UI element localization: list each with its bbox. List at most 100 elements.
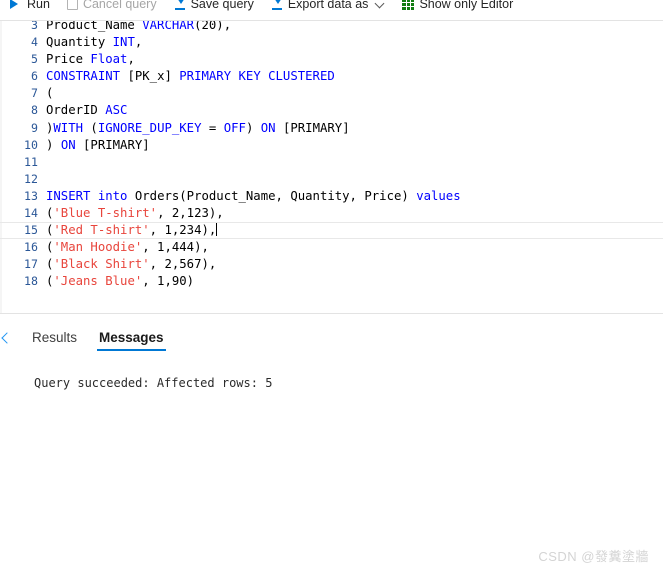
line-code[interactable]: Price Float, bbox=[46, 51, 663, 68]
code-line[interactable]: 6 CONSTRAINT [PK_x] PRIMARY KEY CLUSTERED bbox=[0, 68, 663, 85]
cancel-query-button[interactable]: Cancel query bbox=[66, 0, 166, 17]
tab-messages[interactable]: Messages bbox=[97, 330, 166, 351]
show-only-editor-button[interactable]: Show only Editor bbox=[402, 0, 522, 17]
code-token: 20 bbox=[201, 20, 217, 32]
line-code[interactable]: INSERT into Orders(Product_Name, Quantit… bbox=[46, 188, 663, 205]
code-token: 'Jeans Blue' bbox=[53, 274, 143, 289]
line-number: 10 bbox=[24, 137, 38, 152]
code-line[interactable]: 13 INSERT into Orders(Product_Name, Quant… bbox=[0, 188, 663, 205]
code-token: OrderID bbox=[46, 103, 106, 118]
code-line[interactable]: 4 Quantity INT, bbox=[0, 34, 663, 51]
chevron-left-icon[interactable] bbox=[1, 331, 15, 347]
line-number: 17 bbox=[24, 257, 38, 272]
code-line[interactable]: 15 ('Red T-shirt', 1,234), bbox=[0, 222, 663, 240]
code-token: 'Red T-shirt' bbox=[53, 223, 150, 238]
code-token: IGNORE_DUP_KEY bbox=[97, 120, 202, 135]
line-code[interactable]: ( bbox=[46, 85, 663, 102]
code-token: Price bbox=[46, 52, 91, 67]
export-data-as-label: Export data as bbox=[287, 0, 369, 11]
code-line[interactable]: 9)WITH (IGNORE_DUP_KEY = OFF) ON [PRIMAR… bbox=[0, 120, 663, 137]
run-button[interactable]: Run bbox=[8, 0, 59, 17]
line-code[interactable]: ('Man Hoodie', 1,444), bbox=[46, 239, 663, 256]
code-line[interactable]: 10 ) ON [PRIMARY] bbox=[0, 137, 663, 154]
export-data-as-button[interactable]: Export data as bbox=[271, 0, 395, 17]
code-token: = bbox=[201, 120, 224, 135]
code-token: ), bbox=[216, 20, 232, 32]
code-line[interactable]: 5 Price Float, bbox=[0, 51, 663, 68]
code-token: ( bbox=[83, 120, 98, 135]
line-code[interactable]: ('Red T-shirt', 1,234), bbox=[46, 222, 663, 239]
results-pane-tabs: Results Messages bbox=[32, 330, 166, 351]
csdn-watermark: CSDN @發糞塗牆 bbox=[538, 549, 649, 564]
line-code[interactable]: Product_Name VARCHAR(20), bbox=[46, 20, 663, 34]
save-query-button[interactable]: Save query bbox=[174, 0, 263, 17]
stop-square-icon bbox=[66, 0, 78, 10]
code-token: OFF bbox=[223, 120, 246, 135]
code-token: 'Black Shirt' bbox=[53, 257, 150, 272]
line-number: 3 bbox=[31, 20, 38, 32]
line-code[interactable]: Quantity INT, bbox=[46, 34, 663, 51]
sql-editor[interactable]: 3 Product_Name VARCHAR(20), 4 Quantity INT,… bbox=[0, 20, 663, 314]
save-query-label: Save query bbox=[190, 0, 254, 11]
code-token: [PRIMARY] bbox=[275, 120, 350, 135]
line-code[interactable]: CONSTRAINT [PK_x] PRIMARY KEY CLUSTERED bbox=[46, 68, 663, 85]
code-token: CONSTRAINT bbox=[46, 69, 121, 84]
code-token: INT bbox=[112, 35, 135, 50]
code-line[interactable]: 8 OrderID ASC bbox=[0, 102, 663, 119]
download-arrow-icon bbox=[174, 0, 186, 11]
code-line[interactable]: 18 ('Jeans Blue', 1,90) bbox=[0, 273, 663, 290]
code-token: 'Man Hoodie' bbox=[53, 240, 143, 255]
code-token: WITH bbox=[53, 120, 84, 135]
code-token: , 1,444), bbox=[142, 240, 209, 255]
code-token: , 2,567), bbox=[149, 257, 217, 272]
code-token: Quantity bbox=[46, 35, 113, 50]
line-number: 5 bbox=[31, 52, 38, 67]
line-code[interactable]: )WITH (IGNORE_DUP_KEY = OFF) ON [PRIMARY… bbox=[46, 120, 663, 137]
code-line[interactable]: 16 ('Man Hoodie', 1,444), bbox=[0, 239, 663, 256]
code-token: ( bbox=[46, 86, 54, 101]
line-code[interactable]: ('Jeans Blue', 1,90) bbox=[46, 273, 663, 290]
line-number: 8 bbox=[31, 103, 38, 118]
line-code[interactable]: ) ON [PRIMARY] bbox=[46, 137, 663, 154]
code-token: , 1,234), bbox=[149, 223, 217, 238]
code-token: [PK_x] bbox=[120, 69, 180, 84]
code-token: into bbox=[97, 188, 128, 203]
code-token: Product_Name bbox=[46, 20, 143, 32]
code-token: ) bbox=[245, 120, 261, 135]
code-token: , bbox=[127, 52, 135, 67]
code-lines[interactable]: 3 Product_Name VARCHAR(20), 4 Quantity INT,… bbox=[0, 20, 663, 291]
code-line[interactable]: 7( bbox=[0, 85, 663, 102]
code-token: values bbox=[416, 188, 461, 203]
code-token: ON bbox=[260, 120, 276, 135]
code-token: PRIMARY KEY CLUSTERED bbox=[179, 69, 335, 84]
code-line[interactable]: 12 bbox=[0, 171, 663, 188]
code-line[interactable]: 11 bbox=[0, 154, 663, 171]
line-number: 13 bbox=[24, 188, 38, 203]
tab-messages-label: Messages bbox=[99, 330, 164, 345]
code-line[interactable]: 14 ('Blue T-shirt', 2,123), bbox=[0, 205, 663, 222]
code-token: , 1,90) bbox=[142, 274, 195, 289]
tab-results[interactable]: Results bbox=[32, 330, 77, 351]
line-number: 9 bbox=[31, 120, 38, 135]
text-cursor bbox=[216, 223, 218, 237]
line-code[interactable]: OrderID ASC bbox=[46, 102, 663, 119]
code-token: [PRIMARY] bbox=[75, 137, 150, 152]
run-play-icon bbox=[8, 0, 22, 9]
show-only-editor-label: Show only Editor bbox=[419, 0, 514, 11]
code-token: , 2,123), bbox=[157, 206, 224, 221]
editor-toolbar: Run Cancel query Save query Export data … bbox=[0, 0, 665, 17]
line-number: 18 bbox=[24, 274, 38, 289]
chevron-down-icon[interactable] bbox=[375, 0, 385, 9]
code-line[interactable]: 3 Product_Name VARCHAR(20), bbox=[0, 20, 663, 34]
line-number: 16 bbox=[24, 240, 38, 255]
cancel-query-label: Cancel query bbox=[82, 0, 157, 11]
line-number: 7 bbox=[31, 86, 38, 101]
code-token: Orders(Product_Name, Quantity, Price) bbox=[127, 188, 417, 203]
line-code[interactable]: ('Blue T-shirt', 2,123), bbox=[46, 205, 663, 222]
code-token: 'Blue T-shirt' bbox=[53, 206, 158, 221]
line-number: 11 bbox=[24, 154, 38, 169]
code-line[interactable]: 17 ('Black Shirt', 2,567), bbox=[0, 256, 663, 273]
line-code[interactable]: ('Black Shirt', 2,567), bbox=[46, 256, 663, 273]
code-token: , bbox=[134, 35, 143, 50]
